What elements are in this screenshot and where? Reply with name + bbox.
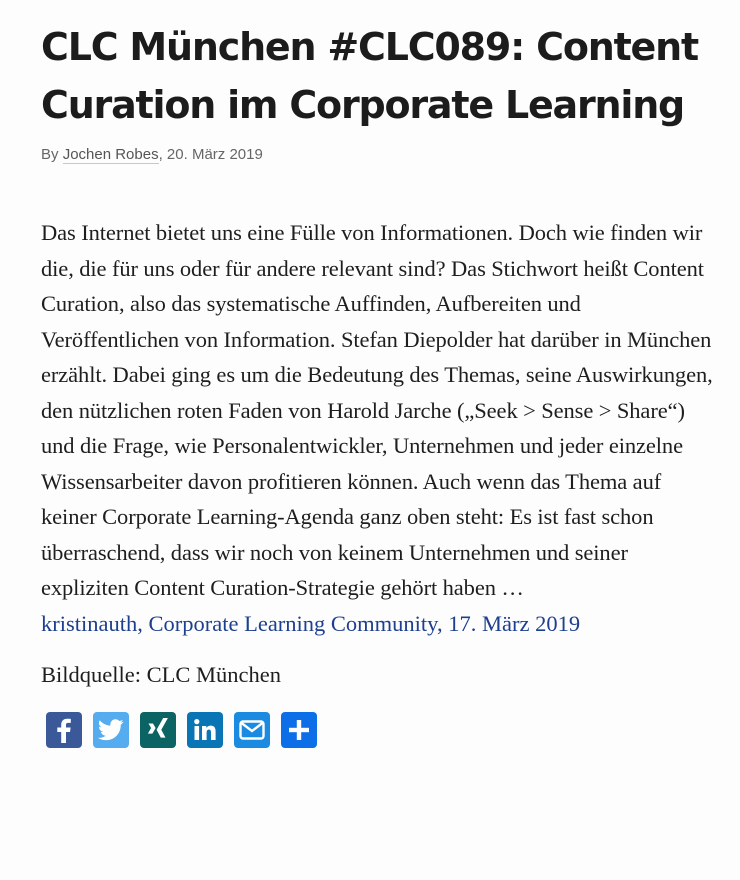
byline-prefix: By (41, 146, 59, 163)
linkedin-icon (194, 719, 216, 740)
post-date: , 20. März 2019 (158, 146, 263, 163)
byline: By Jochen Robes, 20. März 2019 (41, 145, 713, 165)
xing-icon (147, 718, 168, 738)
image-credit: Bildquelle: CLC München (41, 662, 281, 687)
facebook-icon (57, 718, 71, 743)
email-icon (239, 720, 265, 740)
xing-share-button[interactable] (140, 712, 176, 748)
share-plus-icon (289, 720, 309, 740)
post-excerpt: Das Internet bietet uns eine Fülle von I… (41, 220, 713, 600)
twitter-icon (98, 719, 124, 741)
author-link[interactable]: Jochen Robes (62, 146, 159, 164)
share-buttons (46, 712, 713, 748)
post-title: CLC München #CLC089: Content Curation im… (41, 25, 699, 127)
facebook-share-button[interactable] (46, 712, 82, 748)
linkedin-share-button[interactable] (187, 712, 223, 748)
share-plus-button[interactable] (281, 712, 317, 748)
twitter-share-button[interactable] (93, 712, 129, 748)
source-link[interactable]: kristinauth, Corporate Learning Communit… (41, 606, 713, 642)
email-share-button[interactable] (234, 712, 270, 748)
article: CLC München #CLC089: Content Curation im… (41, 18, 713, 748)
